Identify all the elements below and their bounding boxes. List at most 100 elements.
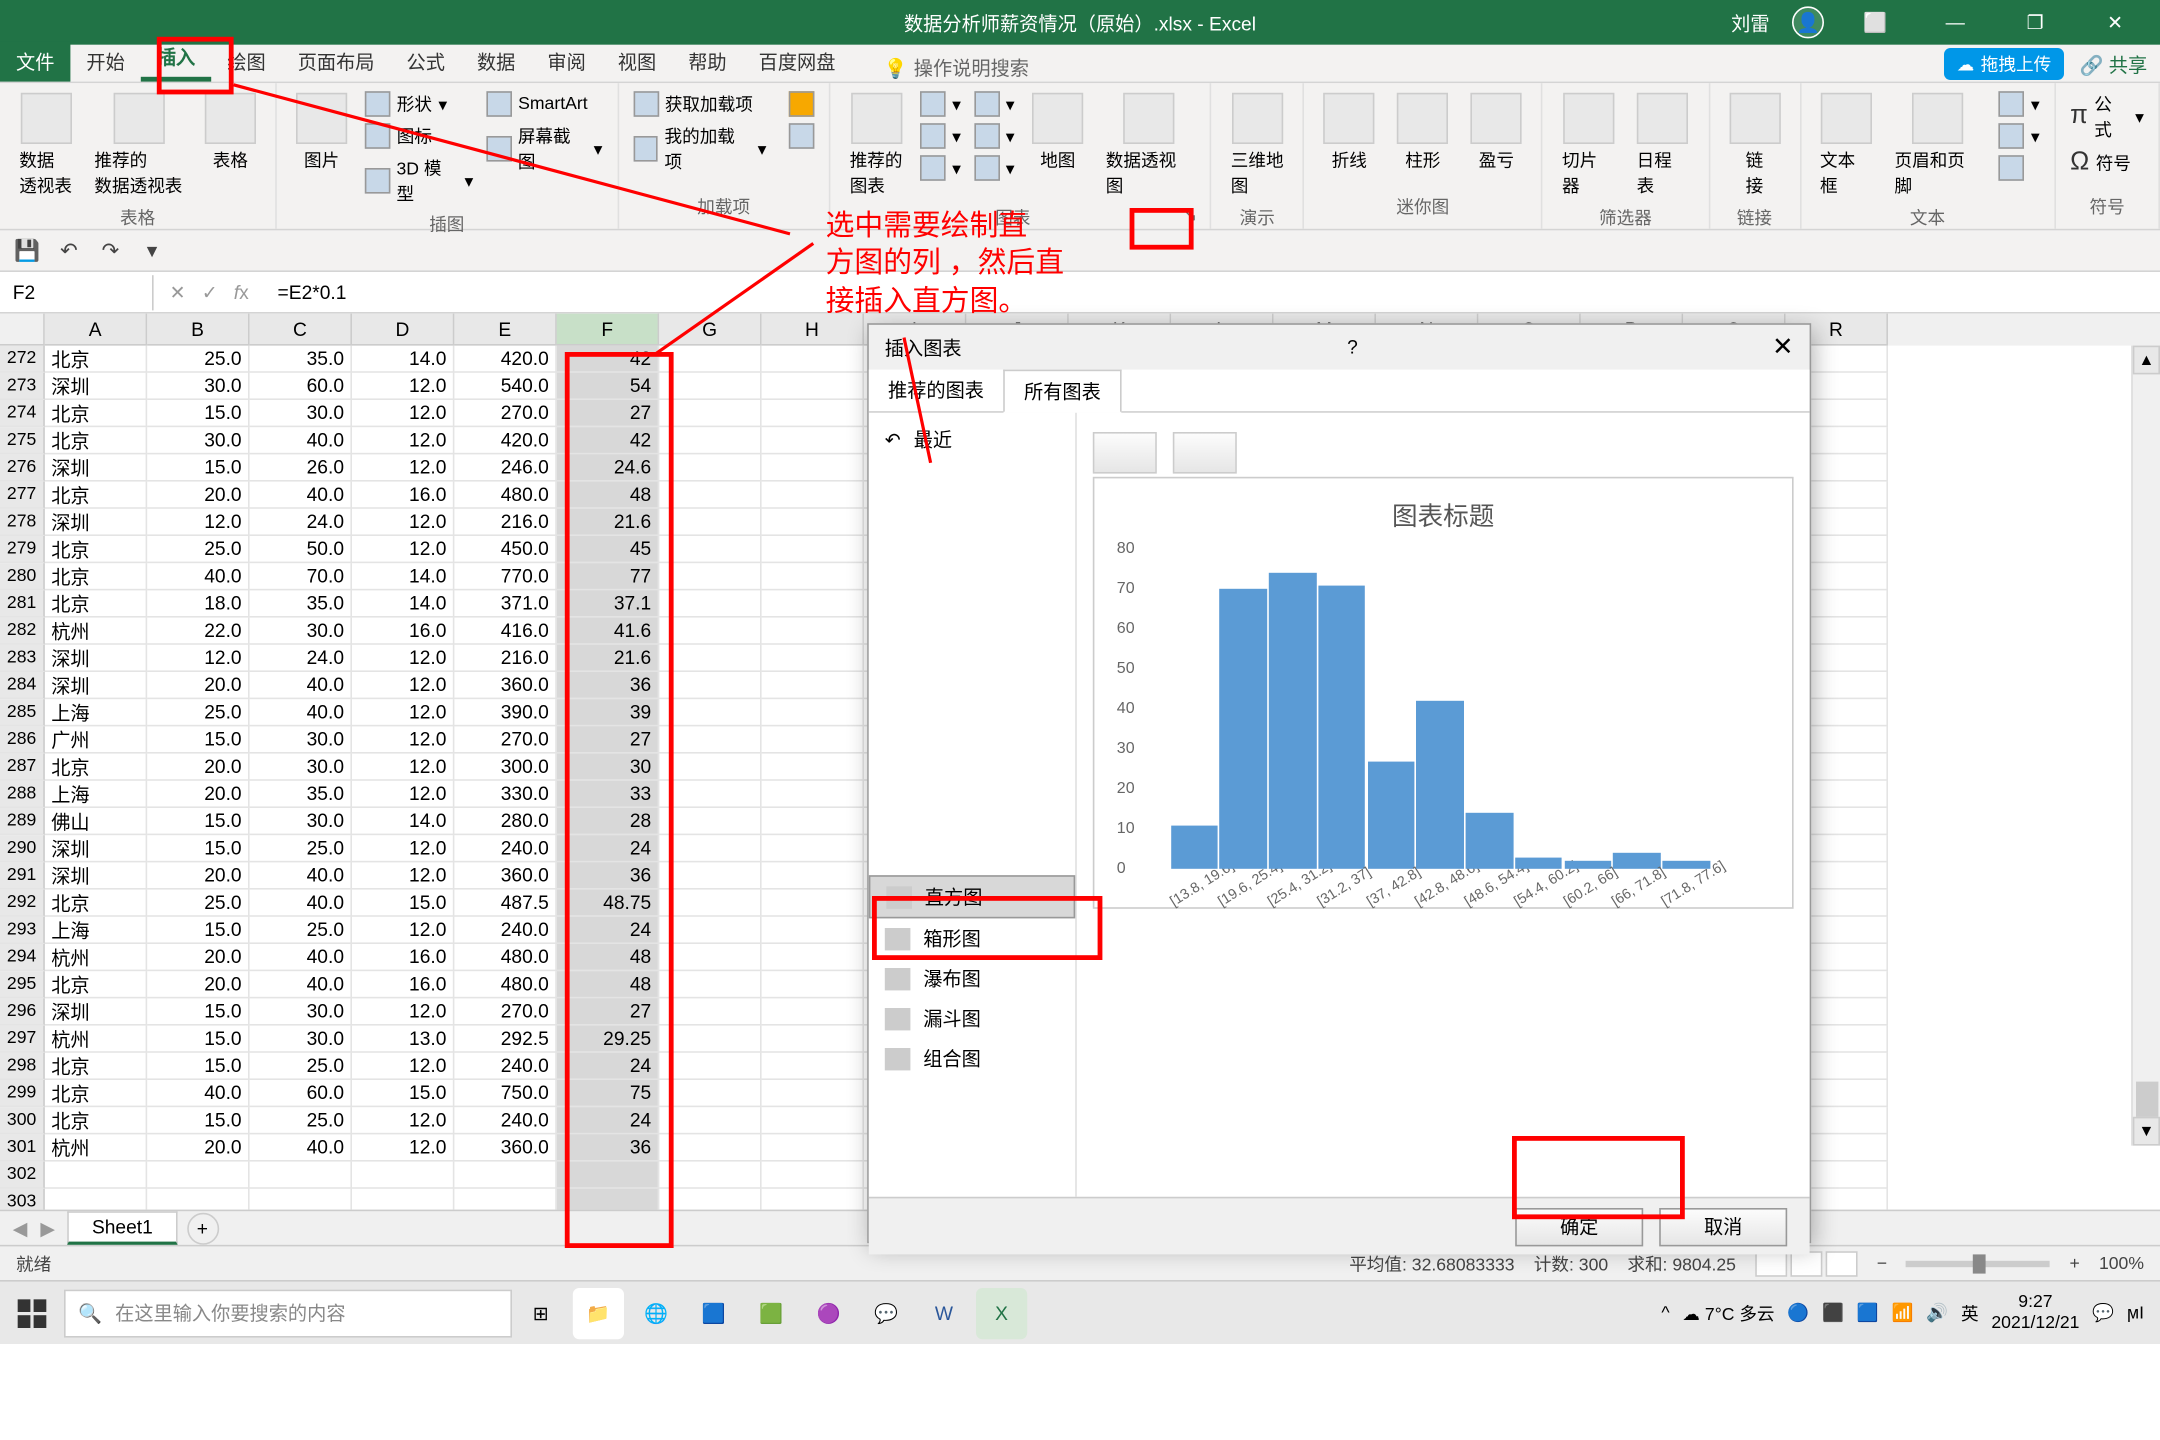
cell[interactable] — [762, 754, 864, 781]
cell[interactable]: 270.0 — [454, 726, 556, 753]
cell[interactable]: 42 — [557, 346, 659, 373]
cell[interactable] — [762, 400, 864, 427]
cell[interactable]: 16.0 — [352, 618, 454, 645]
cell[interactable] — [762, 862, 864, 889]
equation-button[interactable]: π公式 ▾ — [2069, 90, 2146, 144]
cell[interactable] — [762, 808, 864, 835]
cell[interactable] — [762, 917, 864, 944]
recommended-pivot-button[interactable]: 推荐的 数据透视表 — [88, 90, 189, 202]
cell[interactable]: 深圳 — [45, 509, 147, 536]
cell[interactable]: 48 — [557, 482, 659, 509]
cell[interactable]: 30.0 — [250, 808, 352, 835]
cell[interactable]: 12.0 — [352, 917, 454, 944]
cell[interactable]: 450.0 — [454, 536, 556, 563]
cell[interactable]: 12.0 — [352, 781, 454, 808]
cell[interactable]: 40.0 — [250, 862, 352, 889]
close-icon[interactable]: ✕ — [2086, 0, 2144, 45]
cell[interactable] — [659, 645, 761, 672]
cell[interactable]: 12.0 — [147, 509, 249, 536]
cell[interactable]: 20.0 — [147, 672, 249, 699]
cell[interactable]: 12.0 — [352, 373, 454, 400]
cell[interactable]: 上海 — [45, 781, 147, 808]
cell[interactable]: 50.0 — [250, 536, 352, 563]
cell[interactable] — [659, 1162, 761, 1189]
cell[interactable]: 北京 — [45, 590, 147, 617]
cell[interactable]: 12.0 — [352, 427, 454, 454]
cell[interactable] — [762, 971, 864, 998]
cell[interactable] — [659, 482, 761, 509]
charts-dialog-launcher-icon[interactable]: ↘ — [1182, 205, 1197, 226]
explorer-icon[interactable]: 📁 — [573, 1287, 624, 1338]
cell[interactable]: 北京 — [45, 1053, 147, 1080]
scroll-down-icon[interactable]: ▼ — [2133, 1117, 2160, 1146]
tray-icon-3[interactable]: 🟦 — [1857, 1302, 1879, 1323]
cell[interactable]: 12.0 — [352, 536, 454, 563]
cell[interactable]: 48 — [557, 971, 659, 998]
cell[interactable]: 上海 — [45, 699, 147, 726]
cell[interactable] — [659, 346, 761, 373]
cell[interactable]: 15.0 — [147, 917, 249, 944]
cell[interactable] — [659, 400, 761, 427]
cell[interactable]: 30.0 — [250, 754, 352, 781]
ribbon-display-icon[interactable]: ⬜ — [1846, 0, 1904, 45]
cell[interactable]: 15.0 — [147, 454, 249, 481]
cell[interactable]: 25.0 — [147, 890, 249, 917]
cell[interactable]: 77 — [557, 563, 659, 590]
cell[interactable]: 15.0 — [147, 835, 249, 862]
cell[interactable]: 40.0 — [147, 1080, 249, 1107]
app-icon-1[interactable]: 🟦 — [688, 1287, 739, 1338]
zoom-in-icon[interactable]: + — [2069, 1254, 2079, 1273]
header-footer-button[interactable]: 页眉和页脚 — [1888, 90, 1988, 202]
cell[interactable]: 13.0 — [352, 1026, 454, 1053]
zoom-slider[interactable] — [1906, 1260, 2050, 1266]
cell[interactable]: 30.0 — [250, 400, 352, 427]
side-item-waterfall[interactable]: 瀑布图 — [869, 958, 1075, 998]
cell[interactable]: 12.0 — [352, 672, 454, 699]
cell[interactable] — [659, 699, 761, 726]
cell[interactable]: 30.0 — [250, 998, 352, 1025]
cell[interactable]: 40.0 — [250, 890, 352, 917]
column-chart-button[interactable]: ▾ — [919, 90, 963, 119]
slicer-button[interactable]: 切片器 — [1556, 90, 1621, 202]
undo-icon[interactable]: ↶ — [54, 236, 83, 265]
tab-data[interactable]: 数据 — [461, 42, 531, 82]
sheet-tab[interactable]: Sheet1 — [68, 1211, 177, 1245]
cell[interactable]: 北京 — [45, 754, 147, 781]
bing-button[interactable] — [787, 90, 816, 119]
cell[interactable]: 300.0 — [454, 754, 556, 781]
cell[interactable]: 24 — [557, 1053, 659, 1080]
cell[interactable] — [659, 672, 761, 699]
cell[interactable]: 30 — [557, 754, 659, 781]
cell[interactable] — [762, 890, 864, 917]
cell[interactable] — [762, 346, 864, 373]
vertical-scrollbar[interactable]: ▲ ▼ — [2131, 346, 2160, 1146]
row-header[interactable]: 302 — [0, 1162, 45, 1189]
cell[interactable] — [250, 1162, 352, 1189]
cell[interactable]: 14.0 — [352, 563, 454, 590]
cell[interactable] — [659, 890, 761, 917]
cell[interactable]: 270.0 — [454, 400, 556, 427]
cell[interactable] — [762, 536, 864, 563]
cell[interactable] — [659, 971, 761, 998]
surface-chart-button[interactable]: ▾ — [972, 154, 1016, 183]
cell[interactable]: 26.0 — [250, 454, 352, 481]
cell[interactable]: 30.0 — [250, 1026, 352, 1053]
row-header[interactable]: 287 — [0, 754, 45, 781]
cell[interactable] — [762, 1162, 864, 1189]
cell[interactable]: 35.0 — [250, 346, 352, 373]
cell[interactable]: 25.0 — [147, 699, 249, 726]
cell[interactable] — [659, 808, 761, 835]
taskbar-search[interactable]: 🔍 在这里输入你要搜索的内容 — [64, 1289, 512, 1337]
cell[interactable]: 20.0 — [147, 482, 249, 509]
pivot-chart-button[interactable]: 数据透视图 — [1099, 90, 1197, 202]
tell-me-search[interactable]: 💡 操作说明搜索 — [883, 54, 1029, 81]
cell[interactable]: 240.0 — [454, 917, 556, 944]
cell[interactable] — [762, 454, 864, 481]
cell[interactable]: 35.0 — [250, 781, 352, 808]
cell[interactable]: 北京 — [45, 563, 147, 590]
row-header[interactable]: 295 — [0, 971, 45, 998]
cell[interactable]: 21.6 — [557, 509, 659, 536]
row-header[interactable]: 286 — [0, 726, 45, 753]
cell[interactable]: 12.0 — [352, 1107, 454, 1134]
cell[interactable]: 杭州 — [45, 618, 147, 645]
